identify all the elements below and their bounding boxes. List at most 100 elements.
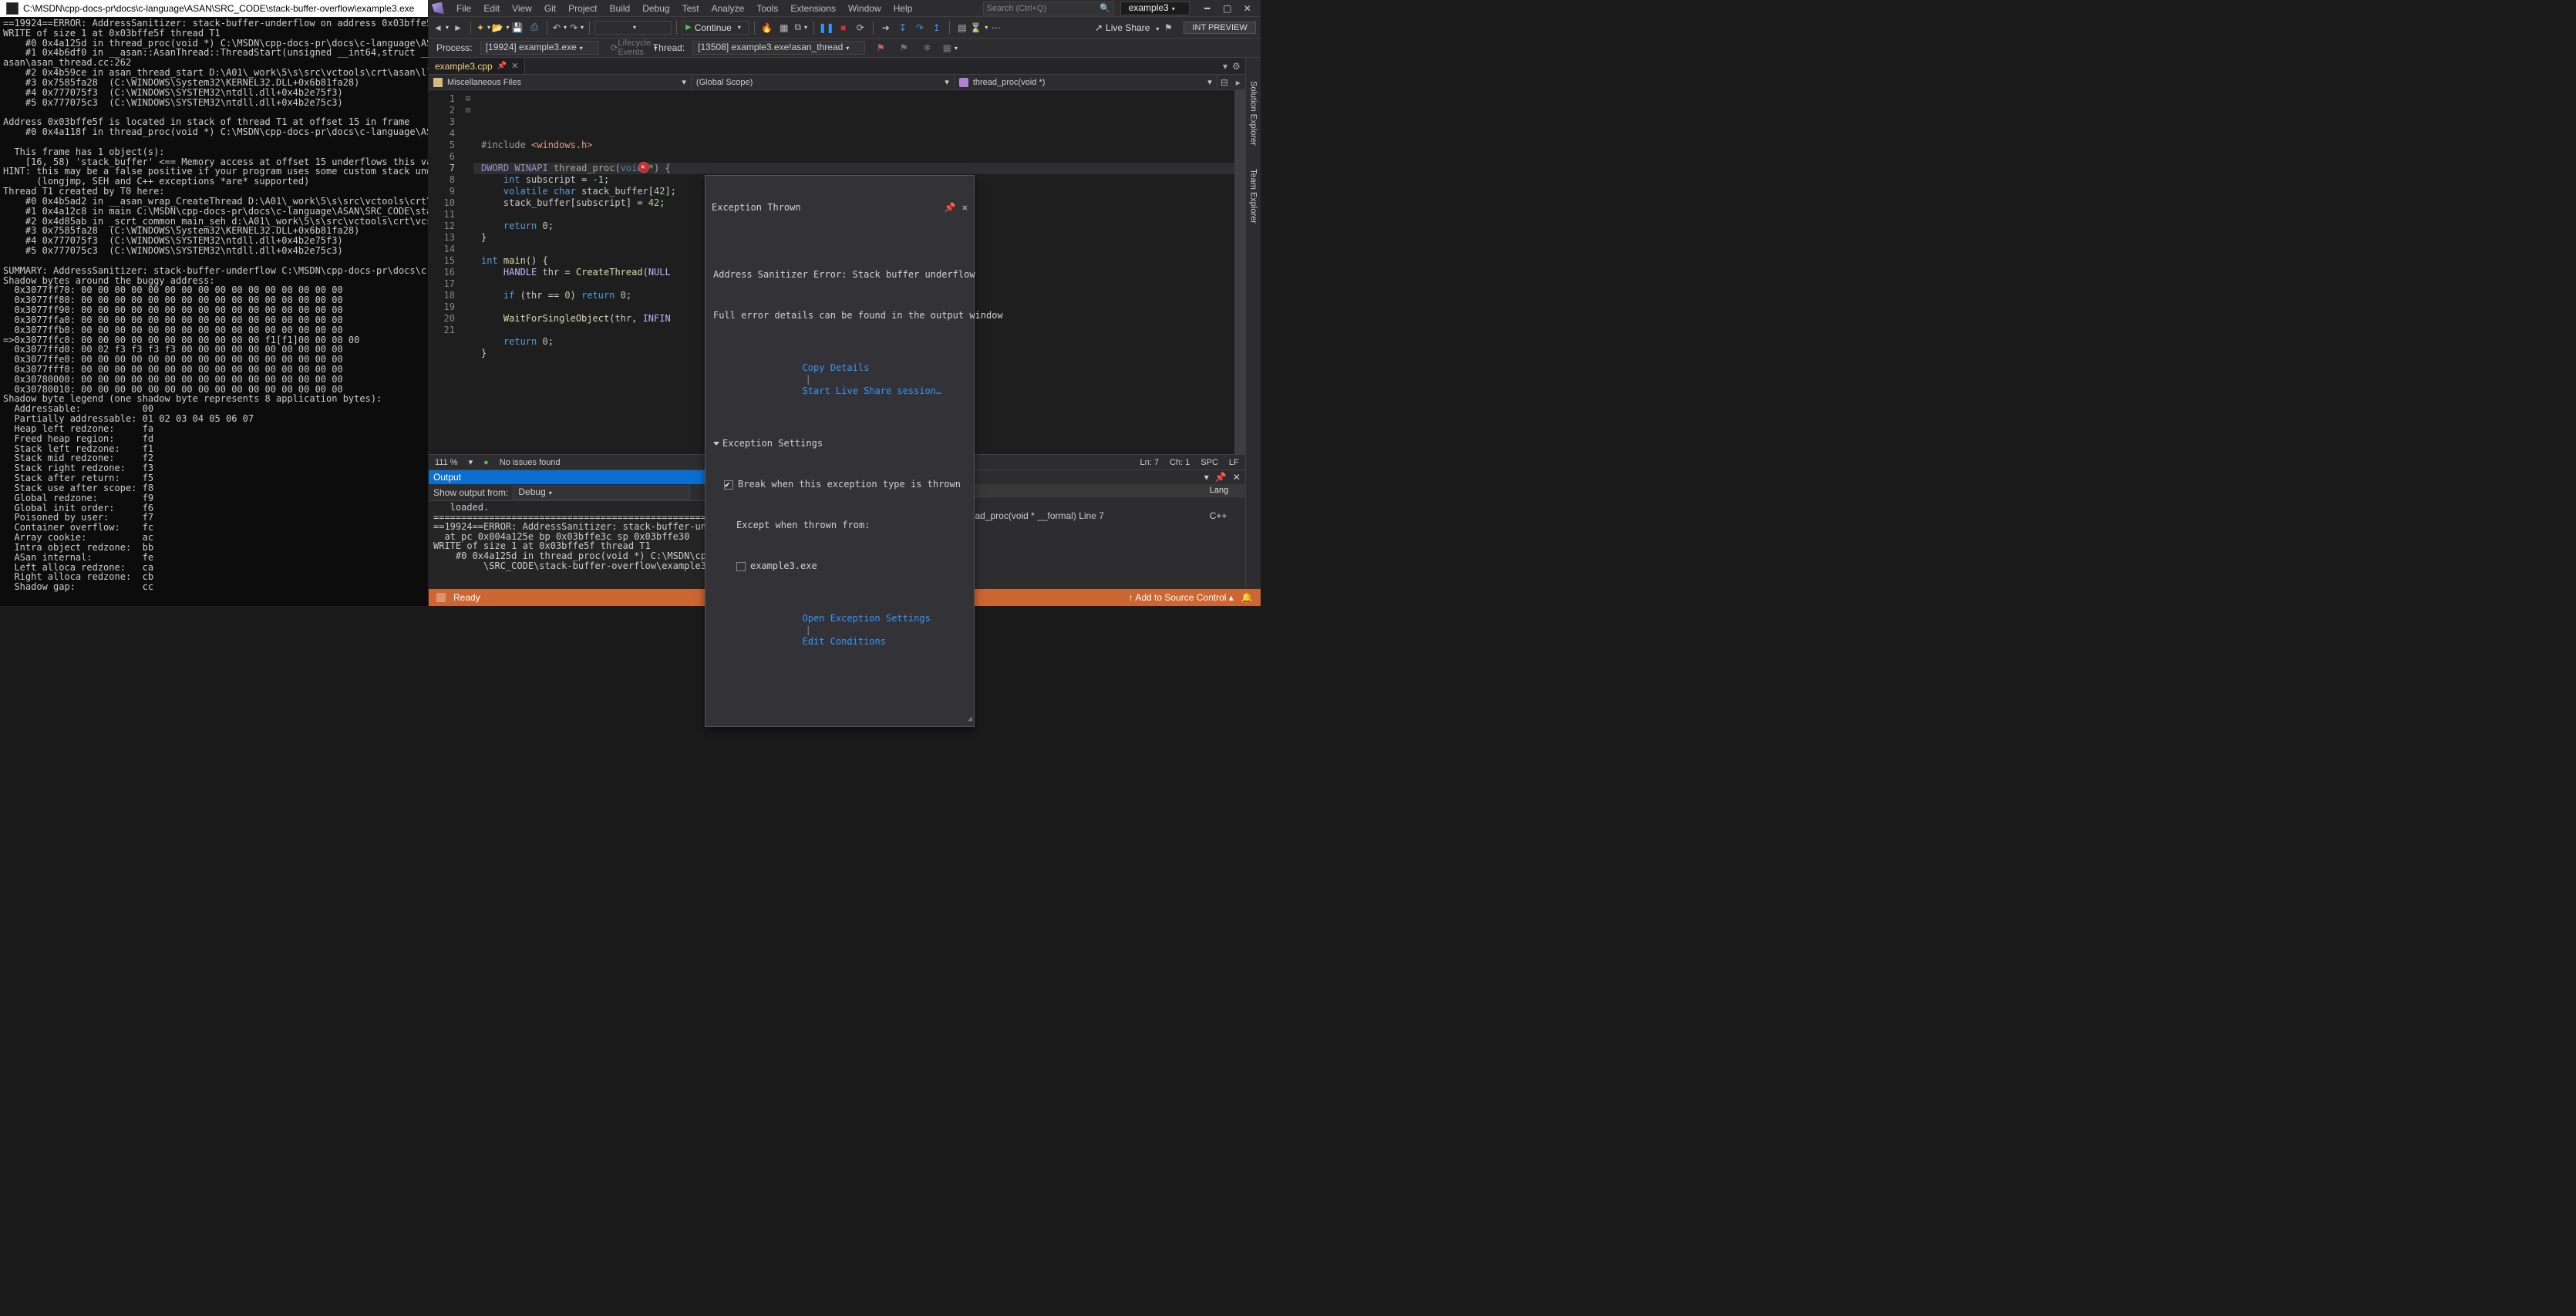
solution-selector[interactable]: example3 xyxy=(1120,2,1190,15)
show-output-from-label: Show output from: xyxy=(433,487,508,498)
editor-scrollbar[interactable] xyxy=(1234,90,1245,454)
nav-scope[interactable]: (Global Scope)▾ xyxy=(692,75,955,89)
pin-popup-icon[interactable]: 📌 xyxy=(945,202,956,214)
new-item-button[interactable]: ✦ xyxy=(476,20,491,35)
menu-file[interactable]: File xyxy=(450,3,477,14)
right-dock: Solution Explorer Team Explorer xyxy=(1245,58,1261,589)
step-over-button[interactable]: ↷ xyxy=(912,20,928,35)
nav-member[interactable]: thread_proc(void *)▾ xyxy=(955,75,1217,89)
line-ending-indicator[interactable]: LF xyxy=(1229,458,1239,467)
menu-project[interactable]: Project xyxy=(562,3,603,14)
flag-thread-icon[interactable]: ⚑ xyxy=(873,40,888,56)
menu-view[interactable]: View xyxy=(506,3,538,14)
spaces-indicator[interactable]: SPC xyxy=(1200,458,1218,467)
step-into-button[interactable]: ↧ xyxy=(895,20,911,35)
start-live-share-link[interactable]: Start Live Share session… xyxy=(803,385,942,396)
live-share-button[interactable]: ↗ Live Share xyxy=(1095,22,1159,33)
step-out-button[interactable]: ↥ xyxy=(929,20,945,35)
edit-conditions-link[interactable]: Edit Conditions xyxy=(803,636,886,647)
callstack-autohide-icon[interactable]: ▾ xyxy=(1204,472,1209,483)
thread-selector[interactable]: [13508] example3.exe!asan_thread xyxy=(692,41,865,55)
menu-git[interactable]: Git xyxy=(538,3,562,14)
int-preview-button[interactable]: INT PREVIEW xyxy=(1184,22,1255,34)
char-indicator[interactable]: Ch: 1 xyxy=(1170,458,1190,467)
close-button[interactable]: ✕ xyxy=(1242,3,1253,14)
show-next-statement-button[interactable]: ➜ xyxy=(878,20,894,35)
notifications-icon[interactable]: ⚑ xyxy=(1160,20,1176,35)
menu-analyze[interactable]: Analyze xyxy=(705,3,751,14)
resize-grip-icon[interactable]: ◢ xyxy=(968,713,972,725)
exception-settings-header[interactable]: Exception Settings xyxy=(722,438,823,449)
save-button[interactable]: 💾 xyxy=(510,20,525,35)
output-source-selector[interactable]: Debug xyxy=(513,486,690,500)
process-selector[interactable]: [19924] example3.exe xyxy=(480,41,599,55)
issues-text[interactable]: No issues found xyxy=(500,458,561,467)
redo-button[interactable]: ↷ xyxy=(569,20,584,35)
command-prompt-titlebar[interactable]: C:\MSDN\cpp-docs-pr\docs\c-language\ASAN… xyxy=(0,0,428,17)
diagnostic-icon[interactable]: ▤ xyxy=(955,20,970,35)
show-flagged-only-icon[interactable]: ⚑ xyxy=(896,40,911,56)
solution-explorer-tab[interactable]: Solution Explorer xyxy=(1248,81,1258,146)
callstack-close-icon[interactable]: ✕ xyxy=(1233,472,1241,483)
menu-extensions[interactable]: Extensions xyxy=(784,3,842,14)
stack-frame-selector[interactable]: ▦ xyxy=(942,40,958,56)
save-all-button[interactable]: ⎙ xyxy=(527,20,542,35)
tab-overflow-icon[interactable]: ▾ xyxy=(1223,61,1227,72)
quick-launch-search[interactable]: Search (Ctrl+Q) 🔍 xyxy=(983,2,1114,15)
nav-project[interactable]: Miscellaneous Files▾ xyxy=(429,75,692,89)
code-surface[interactable]: #include <windows.h> DWORD WINAPI thread… xyxy=(473,90,1234,454)
split-editor-icon[interactable]: ⊟ xyxy=(1217,75,1231,89)
fold-column[interactable]: ⊟⊟ xyxy=(463,90,473,454)
intellitrace-icon[interactable]: ⌛ xyxy=(971,20,987,35)
menu-debug[interactable]: Debug xyxy=(636,3,675,14)
continue-button[interactable]: ▶Continue xyxy=(682,21,749,35)
open-button[interactable]: 📂 xyxy=(493,20,508,35)
menu-window[interactable]: Window xyxy=(842,3,887,14)
notifications-button[interactable]: 🔔 xyxy=(1241,592,1253,603)
line-indicator[interactable]: Ln: 7 xyxy=(1140,458,1159,467)
menu-edit[interactable]: Edit xyxy=(477,3,506,14)
callstack-pin-icon[interactable]: 📌 xyxy=(1215,472,1227,483)
except-item-checkbox[interactable] xyxy=(736,562,746,571)
pause-button[interactable]: ❚❚ xyxy=(819,20,834,35)
hot-reload-icon[interactable]: 🔥 xyxy=(759,20,775,35)
stop-button[interactable]: ■ xyxy=(836,20,851,35)
team-explorer-tab[interactable]: Team Explorer xyxy=(1248,169,1258,224)
command-prompt-window: C:\MSDN\cpp-docs-pr\docs\c-language\ASAN… xyxy=(0,0,429,606)
undo-button[interactable]: ↶ xyxy=(552,20,567,35)
back-button[interactable]: ◄ xyxy=(433,20,449,35)
more-debug-icon[interactable]: ⋯ xyxy=(988,20,1004,35)
command-prompt-output[interactable]: ==19924==ERROR: AddressSanitizer: stack-… xyxy=(0,17,428,606)
issues-ok-icon: ● xyxy=(483,458,489,467)
close-popup-icon[interactable]: ✕ xyxy=(962,202,968,214)
toolbox-icon[interactable]: ▦ xyxy=(776,20,792,35)
exception-indicator-icon[interactable] xyxy=(638,162,649,173)
menu-help[interactable]: Help xyxy=(887,3,919,14)
open-exception-settings-link[interactable]: Open Exception Settings xyxy=(803,613,931,624)
restart-button[interactable]: ⟳ xyxy=(853,20,868,35)
menu-build[interactable]: Build xyxy=(604,3,637,14)
maximize-button[interactable]: ▢ xyxy=(1222,3,1233,14)
tab-settings-icon[interactable]: ⚙ xyxy=(1232,61,1241,72)
config-selector[interactable] xyxy=(594,21,672,35)
process-icon[interactable]: ⧉ xyxy=(793,20,809,35)
menu-test[interactable]: Test xyxy=(676,3,705,14)
pin-icon[interactable]: 📌 xyxy=(497,62,507,70)
lifecycle-events-button[interactable]: Lifecycle Events xyxy=(630,40,645,56)
expand-editor-icon[interactable]: ▸ xyxy=(1231,75,1245,89)
forward-button[interactable]: ► xyxy=(450,20,466,35)
zoom-dropdown-icon[interactable]: ▾ xyxy=(469,457,473,467)
code-navigation-bar: Miscellaneous Files▾ (Global Scope)▾ thr… xyxy=(429,75,1245,90)
code-editor[interactable]: 123456789101112131415161718192021 ⊟⊟ #in… xyxy=(429,90,1245,454)
output-panel-title: Output xyxy=(433,472,461,483)
copy-details-link[interactable]: Copy Details xyxy=(803,362,870,373)
add-source-control-button[interactable]: ↑ Add to Source Control ▴ xyxy=(1129,592,1234,603)
close-tab-icon[interactable]: ✕ xyxy=(511,61,518,71)
minimize-button[interactable]: ━ xyxy=(1202,3,1213,14)
break-checkbox[interactable] xyxy=(724,480,733,490)
freeze-thread-icon[interactable]: ❄ xyxy=(919,40,934,56)
callstack-header-lang[interactable]: Lang xyxy=(1210,486,1241,495)
tab-example3-cpp[interactable]: example3.cpp 📌 ✕ xyxy=(429,58,525,74)
menu-tools[interactable]: Tools xyxy=(750,3,784,14)
zoom-level[interactable]: 111 % xyxy=(435,458,458,467)
